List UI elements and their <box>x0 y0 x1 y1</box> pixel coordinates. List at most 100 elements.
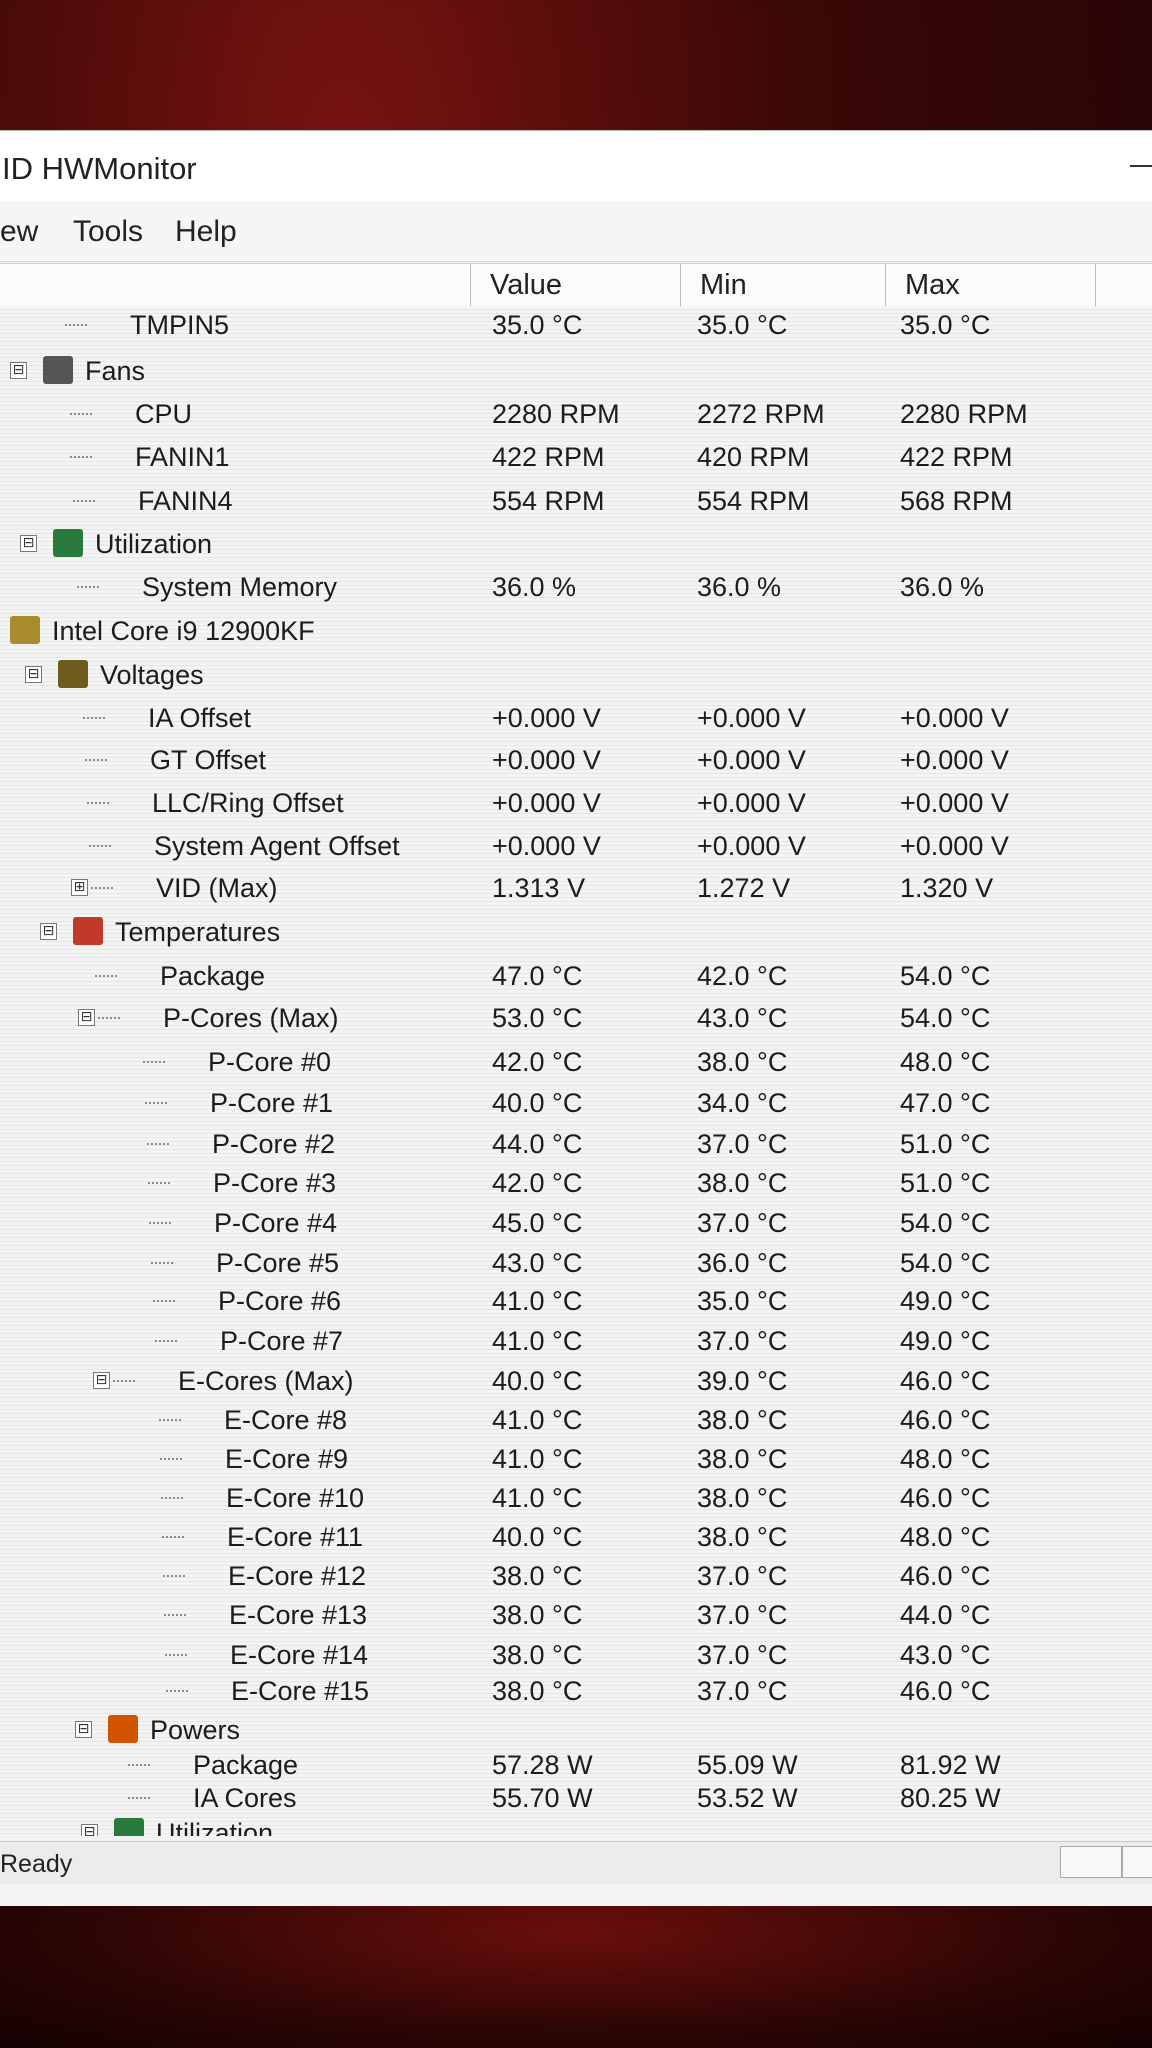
tree-row[interactable]: E-Core #8 41.0 °C 38.0 °C 46.0 °C <box>0 1401 1152 1439</box>
tree-connector <box>85 759 107 761</box>
header-min[interactable]: Min <box>700 269 747 302</box>
sensor-label: TMPIN5 <box>130 310 230 340</box>
sensor-max: 43.0 °C <box>900 1640 991 1670</box>
sensor-value: 41.0 °C <box>492 1444 583 1474</box>
menu-bar: ew Tools Help <box>0 201 1152 262</box>
sensor-max: +0.000 V <box>900 788 1009 818</box>
tree-row[interactable]: ⊟ Voltages <box>0 656 1152 694</box>
sensor-max: 46.0 °C <box>900 1561 991 1591</box>
sensor-max: 46.0 °C <box>900 1366 991 1396</box>
tree-row[interactable]: E-Core #10 41.0 °C 38.0 °C 46.0 °C <box>0 1479 1152 1517</box>
header-value[interactable]: Value <box>490 269 562 302</box>
column-header: Value Min Max <box>0 263 1152 307</box>
tree-row[interactable]: E-Core #14 38.0 °C 37.0 °C 43.0 °C <box>0 1636 1152 1674</box>
tree-row[interactable]: ⊟ P-Cores (Max) 53.0 °C 43.0 °C 54.0 °C <box>0 999 1152 1037</box>
tree-row[interactable]: LLC/Ring Offset +0.000 V +0.000 V +0.000 V <box>0 784 1152 822</box>
tree-row[interactable]: TMPIN5 35.0 °C 35.0 °C 35.0 °C <box>0 306 1152 344</box>
column-divider[interactable] <box>470 264 471 306</box>
sensor-min: +0.000 V <box>697 831 806 861</box>
tree-connector <box>161 1497 183 1499</box>
status-panel <box>1122 1846 1152 1878</box>
tree-row[interactable]: ⊞ VID (Max) 1.313 V 1.272 V 1.320 V <box>0 869 1152 907</box>
sensor-label: P-Core #1 <box>210 1088 334 1118</box>
sensor-min: 36.0 % <box>697 572 782 602</box>
sensor-value: 554 RPM <box>492 486 605 516</box>
sensor-value: 35.0 °C <box>492 310 583 340</box>
collapse-icon[interactable]: ⊟ <box>10 362 27 379</box>
sensor-max: 44.0 °C <box>900 1600 991 1630</box>
window-title: ID HWMonitor <box>2 151 197 186</box>
collapse-icon[interactable]: ⊟ <box>81 1824 98 1836</box>
tree-row[interactable]: E-Core #15 38.0 °C 37.0 °C 46.0 °C <box>0 1672 1152 1710</box>
minimize-icon[interactable] <box>1130 165 1152 167</box>
sensor-label: Package <box>160 961 266 991</box>
sensor-min: 38.0 °C <box>697 1405 788 1435</box>
tree-row[interactable]: CPU 2280 RPM 2272 RPM 2280 RPM <box>0 395 1152 433</box>
tree-connector <box>155 1340 177 1342</box>
tree-row[interactable]: E-Core #11 40.0 °C 38.0 °C 48.0 °C <box>0 1518 1152 1556</box>
tree-row[interactable]: ⊟ E-Cores (Max) 40.0 °C 39.0 °C 46.0 °C <box>0 1362 1152 1400</box>
tree-connector <box>70 456 92 458</box>
tree-row[interactable]: P-Core #4 45.0 °C 37.0 °C 54.0 °C <box>0 1204 1152 1242</box>
tree-row[interactable]: ⊟ Utilization <box>0 525 1152 563</box>
tree-connector <box>98 1017 120 1019</box>
menu-view[interactable]: ew <box>0 215 38 249</box>
tree-row[interactable]: Package 47.0 °C 42.0 °C 54.0 °C <box>0 957 1152 995</box>
tree-row[interactable]: Intel Core i9 12900KF <box>0 612 1152 650</box>
sensor-label: Package <box>193 1750 299 1780</box>
tree-row[interactable]: P-Core #5 43.0 °C 36.0 °C 54.0 °C <box>0 1244 1152 1282</box>
sensor-min: 38.0 °C <box>697 1168 788 1198</box>
column-divider[interactable] <box>1095 264 1096 306</box>
tree-connector <box>73 500 95 502</box>
sensor-label: E-Core #12 <box>228 1561 367 1591</box>
sensor-label: FANIN1 <box>135 442 230 472</box>
collapse-icon[interactable]: ⊟ <box>78 1009 95 1026</box>
tree-row[interactable]: P-Core #1 40.0 °C 34.0 °C 47.0 °C <box>0 1084 1152 1122</box>
tree-connector <box>153 1300 175 1302</box>
tree-row[interactable]: GT Offset +0.000 V +0.000 V +0.000 V <box>0 741 1152 779</box>
sensor-value: +0.000 V <box>492 703 601 733</box>
tree-connector <box>163 1575 185 1577</box>
sensor-value: 42.0 °C <box>492 1047 583 1077</box>
tree-row[interactable]: P-Core #3 42.0 °C 38.0 °C 51.0 °C <box>0 1164 1152 1202</box>
cpu-chip-icon <box>10 616 40 644</box>
sensor-label: IA Offset <box>148 703 252 733</box>
expand-icon[interactable]: ⊞ <box>71 879 88 896</box>
desktop-background <box>0 1905 1152 2048</box>
tree-row[interactable]: P-Core #0 42.0 °C 38.0 °C 48.0 °C <box>0 1043 1152 1081</box>
tree-row[interactable]: ⊟ Powers <box>0 1711 1152 1749</box>
collapse-icon[interactable]: ⊟ <box>75 1721 92 1738</box>
tree-row[interactable]: ⊟ Fans <box>0 352 1152 390</box>
column-divider[interactable] <box>680 264 681 306</box>
sensor-max: 48.0 °C <box>900 1047 991 1077</box>
tree-row[interactable]: E-Core #9 41.0 °C 38.0 °C 48.0 °C <box>0 1440 1152 1478</box>
menu-help[interactable]: Help <box>175 215 237 249</box>
tree-row[interactable]: IA Cores 55.70 W 53.52 W 80.25 W <box>0 1779 1152 1817</box>
tree-row[interactable]: P-Core #2 44.0 °C 37.0 °C 51.0 °C <box>0 1125 1152 1163</box>
sensor-label: Utilization <box>156 1818 274 1836</box>
sensor-value: 43.0 °C <box>492 1248 583 1278</box>
sensor-label: P-Core #3 <box>213 1168 337 1198</box>
collapse-icon[interactable]: ⊟ <box>93 1372 110 1389</box>
tree-row[interactable]: P-Core #7 41.0 °C 37.0 °C 49.0 °C <box>0 1322 1152 1360</box>
tree-connector <box>166 1690 188 1692</box>
tree-row[interactable]: FANIN4 554 RPM 554 RPM 568 RPM <box>0 482 1152 520</box>
tree-row[interactable]: System Agent Offset +0.000 V +0.000 V +0.00… <box>0 827 1152 865</box>
sensor-max: 47.0 °C <box>900 1088 991 1118</box>
menu-tools[interactable]: Tools <box>73 215 143 249</box>
tree-row[interactable]: E-Core #13 38.0 °C 37.0 °C 44.0 °C <box>0 1596 1152 1634</box>
tree-row[interactable]: ⊟ Utilization <box>0 1814 1152 1836</box>
collapse-icon[interactable]: ⊟ <box>20 535 37 552</box>
tree-row[interactable]: E-Core #12 38.0 °C 37.0 °C 46.0 °C <box>0 1557 1152 1595</box>
header-max[interactable]: Max <box>905 269 960 302</box>
sensor-tree[interactable]: TMPIN5 35.0 °C 35.0 °C 35.0 °C ⊟ Fans CPU 2280 … <box>0 306 1152 1836</box>
tree-row[interactable]: FANIN1 422 RPM 420 RPM 422 RPM <box>0 438 1152 476</box>
tree-row[interactable]: IA Offset +0.000 V +0.000 V +0.000 V <box>0 699 1152 737</box>
collapse-icon[interactable]: ⊟ <box>25 666 42 683</box>
tree-row[interactable]: P-Core #6 41.0 °C 35.0 °C 49.0 °C <box>0 1282 1152 1320</box>
tree-row[interactable]: System Memory 36.0 % 36.0 % 36.0 % <box>0 568 1152 606</box>
collapse-icon[interactable]: ⊟ <box>40 923 57 940</box>
tree-row[interactable]: ⊟ Temperatures <box>0 913 1152 951</box>
column-divider[interactable] <box>885 264 886 306</box>
title-bar[interactable]: ID HWMonitor <box>0 131 1152 202</box>
